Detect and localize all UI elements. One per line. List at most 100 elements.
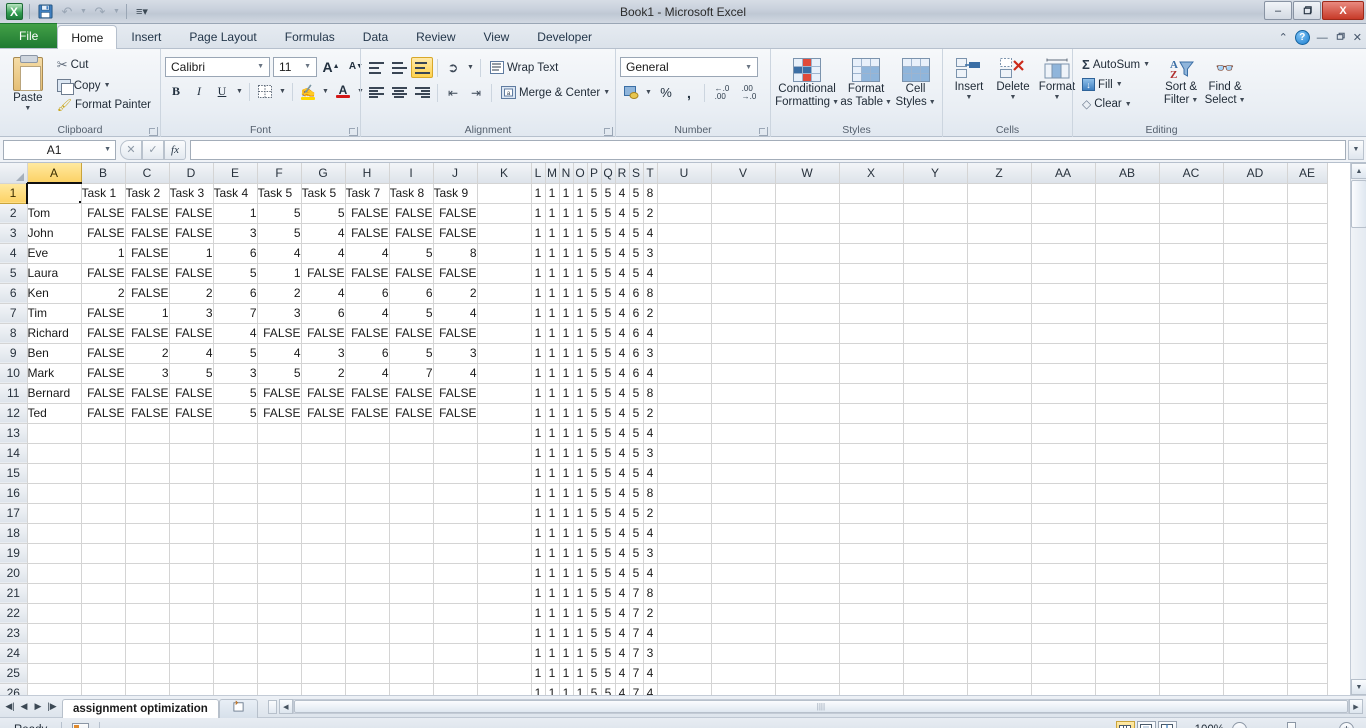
cell-Q4[interactable]: 5 [601, 243, 616, 264]
cell-Q23[interactable]: 5 [601, 623, 616, 644]
cell-H5[interactable]: FALSE [345, 263, 390, 284]
cell-P21[interactable]: 5 [587, 583, 602, 604]
cell-D2[interactable]: FALSE [169, 203, 214, 224]
cell-G26[interactable] [301, 683, 346, 695]
cell-Z24[interactable] [967, 643, 1032, 664]
cell-K13[interactable] [477, 423, 532, 444]
chevron-down-icon[interactable]: ▼ [966, 94, 973, 101]
row-header-8[interactable]: 8 [0, 323, 28, 344]
cell-G1[interactable]: Task 5 [301, 183, 346, 204]
cell-AE14[interactable] [1287, 443, 1328, 464]
cell-AC25[interactable] [1159, 663, 1224, 684]
cell-T13[interactable]: 4 [643, 423, 658, 444]
cell-E24[interactable] [213, 643, 258, 664]
cell-I5[interactable]: FALSE [389, 263, 434, 284]
cell-H7[interactable]: 4 [345, 303, 390, 324]
cell-AC9[interactable] [1159, 343, 1224, 364]
cell-AA7[interactable] [1031, 303, 1096, 324]
cell-H10[interactable]: 4 [345, 363, 390, 384]
column-header-U[interactable]: U [657, 163, 712, 184]
cell-C5[interactable]: FALSE [125, 263, 170, 284]
cell-E26[interactable] [213, 683, 258, 695]
cell-AA18[interactable] [1031, 523, 1096, 544]
cell-M15[interactable]: 1 [545, 463, 560, 484]
cell-AD12[interactable] [1223, 403, 1288, 424]
cell-E22[interactable] [213, 603, 258, 624]
cell-Y12[interactable] [903, 403, 968, 424]
cell-F3[interactable]: 5 [257, 223, 302, 244]
cell-L15[interactable]: 1 [531, 463, 546, 484]
cell-R23[interactable]: 4 [615, 623, 630, 644]
cell-L8[interactable]: 1 [531, 323, 546, 344]
cell-Y5[interactable] [903, 263, 968, 284]
cell-B2[interactable]: FALSE [81, 203, 126, 224]
tab-page-layout[interactable]: Page Layout [175, 24, 270, 48]
cell-Q10[interactable]: 5 [601, 363, 616, 384]
cell-D8[interactable]: FALSE [169, 323, 214, 344]
chevron-down-icon[interactable]: ▼ [885, 99, 892, 106]
accounting-dropdown-icon[interactable]: ▼ [643, 82, 654, 103]
cell-AB26[interactable] [1095, 683, 1160, 695]
cell-AD14[interactable] [1223, 443, 1288, 464]
orientation-button[interactable]: ➲ [442, 57, 464, 78]
cell-L6[interactable]: 1 [531, 283, 546, 304]
font-name-combo[interactable]: Calibri ▼ [165, 56, 270, 77]
cell-S13[interactable]: 5 [629, 423, 644, 444]
cell-G14[interactable] [301, 443, 346, 464]
cell-F25[interactable] [257, 663, 302, 684]
cell-F13[interactable] [257, 423, 302, 444]
paste-dropdown-icon[interactable]: ▼ [24, 105, 31, 112]
cell-J3[interactable]: FALSE [433, 223, 478, 244]
page-break-view-button[interactable] [1157, 721, 1177, 728]
cell-E11[interactable]: 5 [213, 383, 258, 404]
cell-T9[interactable]: 3 [643, 343, 658, 364]
cell-K8[interactable] [477, 323, 532, 344]
cell-K20[interactable] [477, 563, 532, 584]
accounting-format-button[interactable] [620, 82, 642, 103]
cell-V5[interactable] [711, 263, 776, 284]
cell-P14[interactable]: 5 [587, 443, 602, 464]
cell-U3[interactable] [657, 223, 712, 244]
cell-N24[interactable]: 1 [559, 643, 574, 664]
tab-data[interactable]: Data [349, 24, 402, 48]
cell-Z23[interactable] [967, 623, 1032, 644]
cell-L10[interactable]: 1 [531, 363, 546, 384]
cell-L16[interactable]: 1 [531, 483, 546, 504]
cell-M1[interactable]: 1 [545, 183, 560, 204]
cell-A24[interactable] [27, 643, 82, 664]
column-header-X[interactable]: X [839, 163, 904, 184]
cell-P4[interactable]: 5 [587, 243, 602, 264]
tab-insert[interactable]: Insert [117, 24, 175, 48]
cell-Y22[interactable] [903, 603, 968, 624]
cell-M17[interactable]: 1 [545, 503, 560, 524]
cell-B16[interactable] [81, 483, 126, 504]
cell-Z1[interactable] [967, 183, 1032, 204]
chevron-down-icon[interactable]: ▼ [1191, 97, 1198, 104]
horizontal-scroll-thumb[interactable]: |||| [293, 700, 1348, 713]
cell-X24[interactable] [839, 643, 904, 664]
delete-cells-button[interactable]: Delete ▼ [991, 55, 1035, 104]
cell-T17[interactable]: 2 [643, 503, 658, 524]
cell-Y10[interactable] [903, 363, 968, 384]
cell-I15[interactable] [389, 463, 434, 484]
cell-H13[interactable] [345, 423, 390, 444]
cell-L18[interactable]: 1 [531, 523, 546, 544]
cell-Y20[interactable] [903, 563, 968, 584]
cell-D10[interactable]: 5 [169, 363, 214, 384]
cell-Y16[interactable] [903, 483, 968, 504]
cell-AE19[interactable] [1287, 543, 1328, 564]
cell-AC8[interactable] [1159, 323, 1224, 344]
cell-Y14[interactable] [903, 443, 968, 464]
cell-Z12[interactable] [967, 403, 1032, 424]
cell-R17[interactable]: 4 [615, 503, 630, 524]
cell-I8[interactable]: FALSE [389, 323, 434, 344]
cell-S14[interactable]: 5 [629, 443, 644, 464]
column-header-S[interactable]: S [629, 163, 644, 184]
cell-I16[interactable] [389, 483, 434, 504]
cell-B7[interactable]: FALSE [81, 303, 126, 324]
cell-R25[interactable]: 4 [615, 663, 630, 684]
cell-K26[interactable] [477, 683, 532, 695]
cell-N9[interactable]: 1 [559, 343, 574, 364]
row-header-22[interactable]: 22 [0, 603, 28, 624]
cell-Z8[interactable] [967, 323, 1032, 344]
